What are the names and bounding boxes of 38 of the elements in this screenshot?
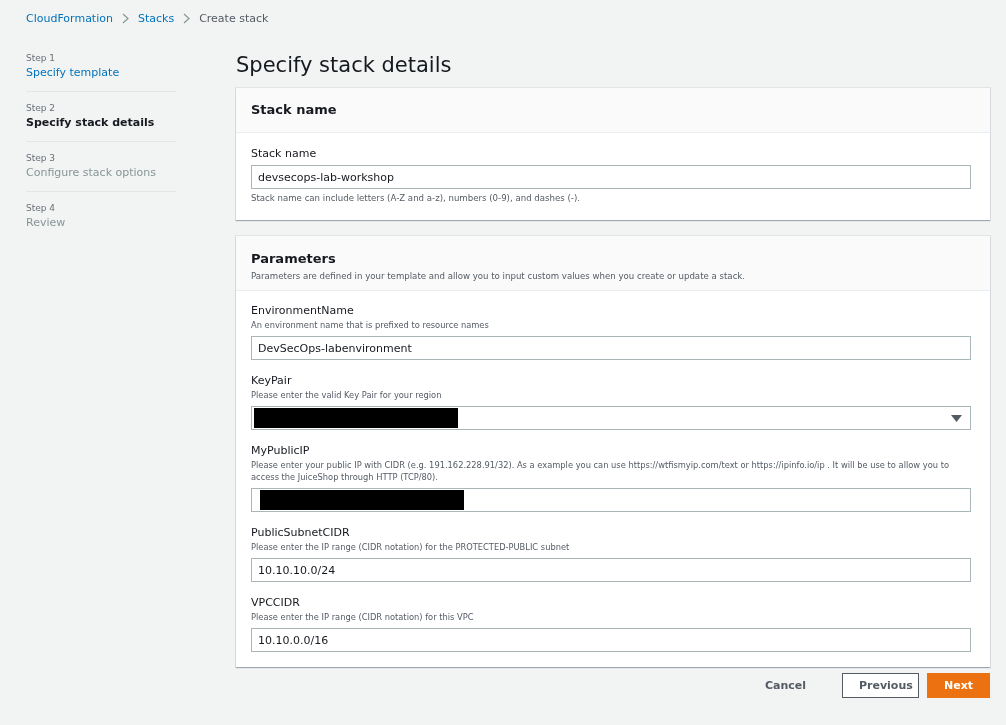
parameter-field[interactable] <box>251 488 971 512</box>
page-title: Specify stack details <box>236 53 453 77</box>
parameter-field[interactable]: DevSecOps-labenvironment <box>251 336 971 360</box>
parameter-description: Please enter the IP range (CIDR notation) for the PROTECTED-PUBLIC subnet <box>251 541 571 553</box>
step-number: Step 3 <box>26 153 57 163</box>
field-hint: Stack name can include letters (A-Z and a-z), numbers (0-9), and dashes (-). <box>251 193 581 203</box>
field-label: Stack name <box>251 147 318 160</box>
previous-button[interactable]: Previous <box>841 673 919 698</box>
step-number: Step 1 <box>26 53 57 63</box>
chevron-icon <box>183 12 191 24</box>
parameter-name: KeyPair <box>251 374 293 387</box>
caret-icon <box>951 414 962 422</box>
step-title[interactable]: Specify template <box>26 66 176 79</box>
cancel-button[interactable]: Cancel <box>748 673 822 698</box>
step-title: Configure stack options <box>26 166 158 179</box>
parameter-name: MyPublicIP <box>251 444 311 457</box>
parameter-name: VPCCIDR <box>251 596 301 609</box>
parameter-name: PublicSubnetCIDR <box>251 526 351 539</box>
parameter-description: An environment name that is prefixed to resource names <box>251 319 490 331</box>
chevron-icon <box>121 12 129 24</box>
step-title: Specify stack details <box>26 116 156 129</box>
step-number: Step 2 <box>26 103 57 113</box>
breadcrumb-link[interactable]: Stacks <box>137 11 175 25</box>
parameter-description: Please enter your public IP with CIDR (e.g. 191.162.228.91/32). As a example you can use https://wtfismyip.com/text or https://ipinfo.io/ip . It will be use to allow you to access the JuiceShop through HTTP (TCP/80). <box>251 459 950 483</box>
breadcrumb-current: Create stack <box>199 11 269 25</box>
card-description: Parameters are defined in your template and allow you to input custom values when you create or update a stack. <box>251 271 747 281</box>
parameter-description: Please enter the IP range (CIDR notation) for this VPC <box>251 611 475 623</box>
parameter-description: Please enter the valid Key Pair for your region <box>251 389 443 401</box>
stack-name-field[interactable]: devsecops-lab-workshop <box>251 165 971 189</box>
parameter-field[interactable]: 10.10.10.0/24 <box>251 558 971 582</box>
keypair-dropdown[interactable] <box>251 406 971 430</box>
step-title: Review <box>26 216 67 229</box>
parameter-name: EnvironmentName <box>251 304 355 317</box>
step-number: Step 4 <box>26 203 57 213</box>
card-heading: Parameters <box>251 251 337 266</box>
parameter-field[interactable]: 10.10.0.0/16 <box>251 628 971 652</box>
card-heading: Stack name <box>251 102 338 117</box>
breadcrumb-link[interactable]: CloudFormation <box>26 11 113 25</box>
